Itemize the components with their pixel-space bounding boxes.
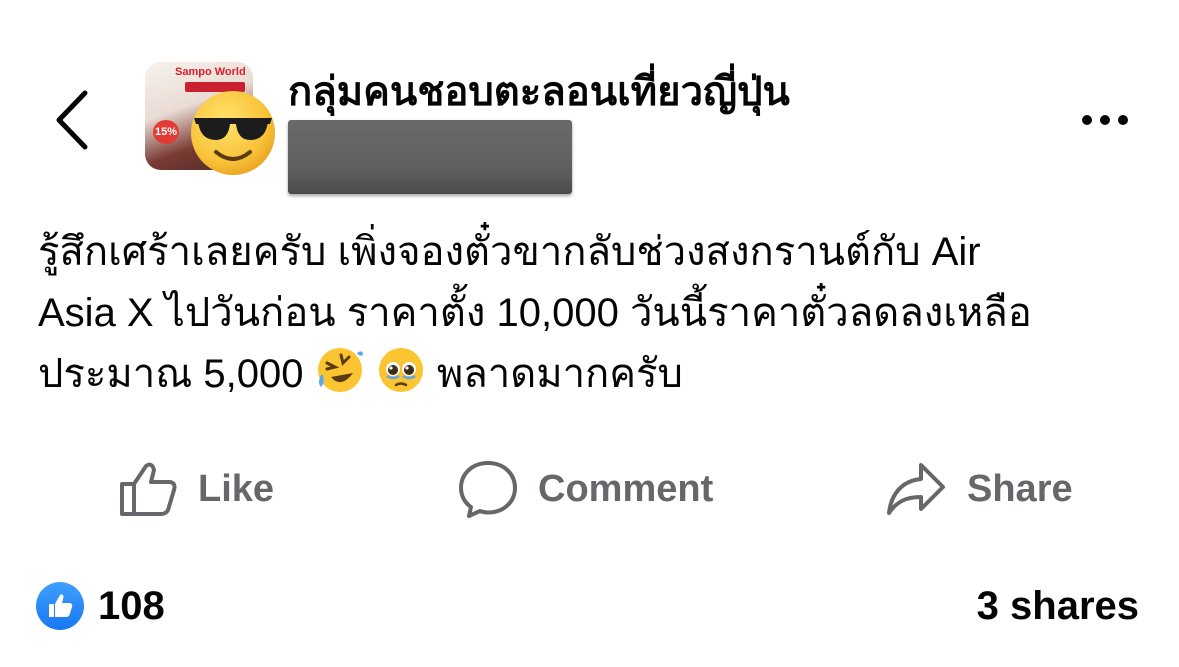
post-line-3: ประมาณ 5,000 พลาดมากครับ — [38, 344, 1138, 405]
rolling-on-floor-laughing-emoji-icon — [317, 348, 363, 392]
post-text: รู้สึกเศร้าเลยครับ เพิ่งจองตั๋วขากลับช่ว… — [38, 222, 1138, 405]
shares-count[interactable]: 3 shares — [977, 584, 1139, 629]
thumbs-up-icon — [120, 462, 177, 516]
redacted-author-info — [288, 120, 572, 194]
like-reaction-icon — [36, 582, 84, 630]
more-dot-icon — [1100, 115, 1110, 125]
reaction-summary[interactable]: 108 — [36, 582, 165, 630]
group-name[interactable]: กลุ่มคนชอบตะลอนเที่ยวญี่ปุ่น — [288, 66, 790, 118]
more-dot-icon — [1118, 115, 1128, 125]
pleading-face-emoji-icon — [378, 348, 423, 392]
post-line-2: Asia X ไปวันก่อน ราคาตั้ง 10,000 วันนี้ร… — [38, 291, 1032, 335]
sunglasses-emoji-icon — [191, 91, 275, 175]
share-button[interactable]: Share — [885, 456, 1073, 522]
share-arrow-icon — [887, 463, 945, 515]
avatar-ad-text: Sampo World — [175, 66, 246, 78]
more-dot-icon — [1082, 115, 1092, 125]
comment-bubble-icon — [459, 461, 517, 518]
share-label: Share — [967, 467, 1073, 510]
post-line-1: รู้สึกเศร้าเลยครับ เพิ่งจองตั๋วขากลับช่ว… — [38, 230, 981, 274]
reaction-count: 108 — [98, 583, 165, 628]
avatar-ad-badge: 15% — [153, 120, 179, 144]
like-button[interactable]: Like — [118, 456, 274, 522]
post-line-3-text: ประมาณ 5,000 — [38, 352, 304, 396]
action-bar: Like Comment Share — [0, 456, 1179, 522]
post-tail-text: พลาดมากครับ — [436, 352, 683, 396]
back-button[interactable] — [38, 80, 108, 160]
comment-label: Comment — [538, 467, 714, 510]
comment-button[interactable]: Comment — [458, 456, 713, 522]
like-label: Like — [198, 467, 275, 510]
chevron-left-icon — [56, 90, 88, 150]
more-options-button[interactable] — [1070, 100, 1140, 140]
